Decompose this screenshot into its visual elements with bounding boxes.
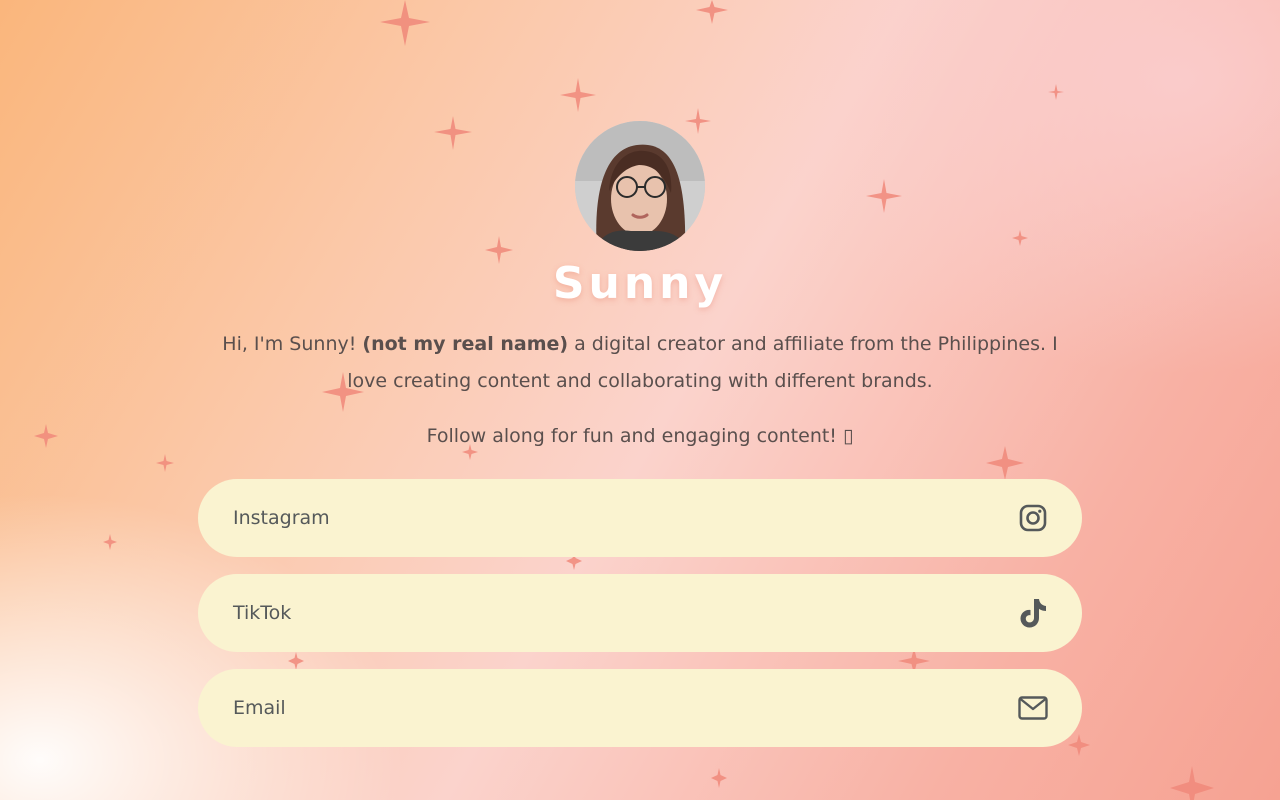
- instagram-link-button[interactable]: Instagram: [198, 479, 1082, 557]
- profile-bio: Hi, I'm Sunny! (not my real name) a digi…: [200, 326, 1080, 400]
- profile-section: Sunny Hi, I'm Sunny! (not my real name) …: [0, 0, 1280, 800]
- tiktok-icon: [1018, 598, 1048, 628]
- link-label: Email: [233, 697, 286, 719]
- bio-bold: (not my real name): [362, 333, 569, 355]
- email-icon: [1018, 693, 1048, 723]
- avatar: [575, 121, 705, 251]
- link-label: TikTok: [233, 602, 292, 624]
- profile-name: Sunny: [552, 258, 728, 309]
- avatar-photo: [575, 121, 705, 251]
- bio-intro: Hi, I'm Sunny!: [222, 333, 363, 355]
- email-link-button[interactable]: Email: [198, 669, 1082, 747]
- link-list: Instagram TikTok Email: [198, 479, 1082, 764]
- link-label: Instagram: [233, 507, 330, 529]
- follow-text: Follow along for fun and engaging conten…: [426, 425, 854, 447]
- tiktok-link-button[interactable]: TikTok: [198, 574, 1082, 652]
- instagram-icon: [1018, 503, 1048, 533]
